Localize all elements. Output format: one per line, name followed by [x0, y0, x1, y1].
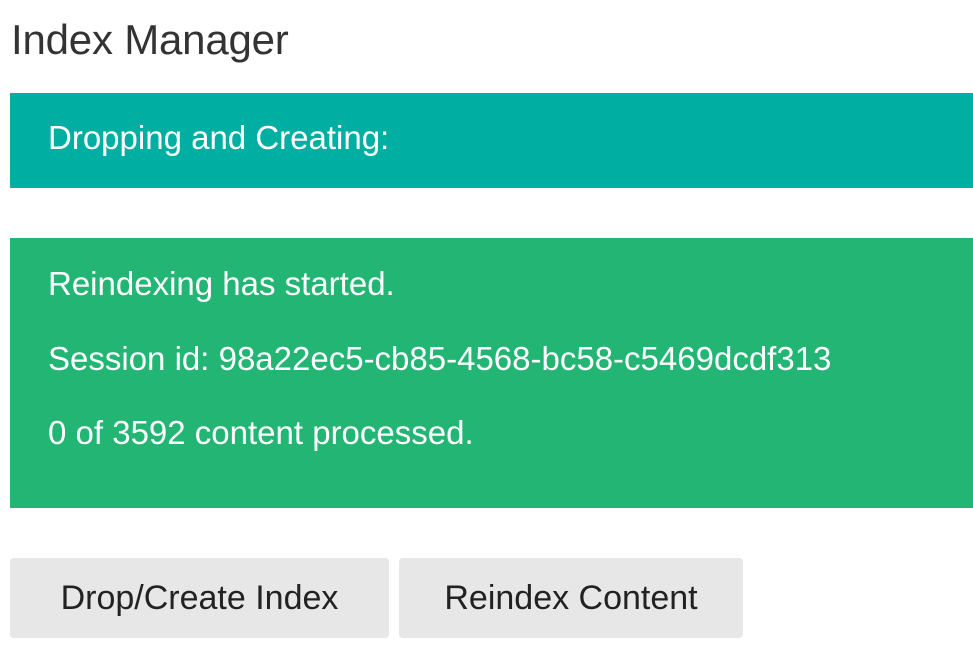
status-header-label: Dropping and Creating: [48, 119, 390, 156]
reindex-content-button[interactable]: Reindex Content [399, 558, 743, 638]
processed-count-text: 0 of 3592 content processed. [48, 414, 474, 451]
session-id-text: Session id: 98a22ec5-cb85-4568-bc58-c546… [48, 340, 832, 377]
page-title: Index Manager [11, 16, 289, 63]
reindex-started-message: Reindexing has started. [48, 265, 395, 302]
drop-create-index-button[interactable]: Drop/Create Index [10, 558, 389, 638]
